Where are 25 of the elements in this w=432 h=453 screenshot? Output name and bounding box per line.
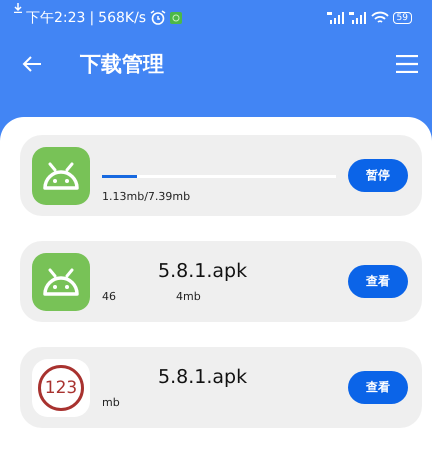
signal-icon xyxy=(348,12,367,24)
app-notification-icon xyxy=(170,12,182,24)
alarm-clock-icon xyxy=(150,10,166,25)
view-button[interactable]: 查看 xyxy=(348,371,408,404)
status-time: 下午2:23 xyxy=(26,8,86,26)
android-icon xyxy=(32,252,90,310)
file-name: 5.8.1.apk xyxy=(158,366,248,390)
page-title: 下载管理 xyxy=(80,51,164,78)
file-size: mb xyxy=(102,396,120,409)
back-arrow-icon[interactable] xyxy=(22,56,42,72)
file-size: 1.13mb/7.39mb xyxy=(102,190,190,202)
download-arrow-icon xyxy=(14,3,22,13)
file-name: 5.8.1.apk xyxy=(158,260,248,284)
pause-button[interactable]: 暂停 xyxy=(348,159,408,192)
menu-icon[interactable] xyxy=(396,55,418,73)
file-size: 46 xyxy=(102,290,116,303)
status-separator: | xyxy=(89,10,94,26)
wifi-icon xyxy=(370,11,389,24)
signal-icon xyxy=(326,12,345,24)
battery-level: 59 xyxy=(396,12,408,22)
android-icon xyxy=(32,146,90,204)
view-button[interactable]: 查看 xyxy=(348,265,408,298)
number-logo: 123 xyxy=(38,364,84,410)
network-speed: 568K/s xyxy=(98,10,146,26)
file-size: 4mb xyxy=(176,290,201,303)
